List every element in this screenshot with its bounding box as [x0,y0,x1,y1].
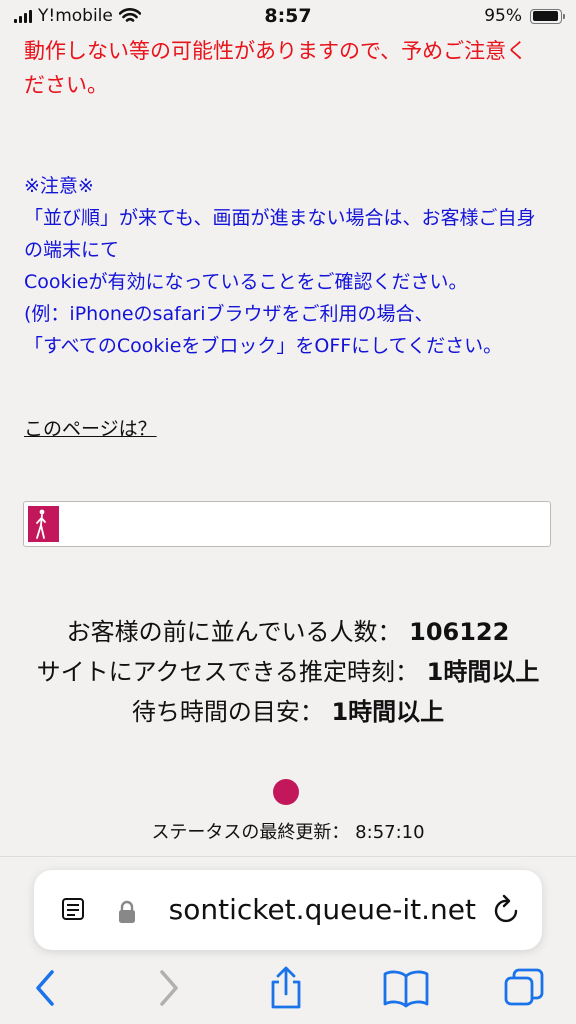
last-updated: ステータスの最終更新： 8:57:10 [0,818,576,844]
notice-line: ※注意※ [24,175,94,197]
estimated-time-label: サイトにアクセスできる推定時刻： [36,658,419,686]
last-updated-label: ステータスの最終更新： [151,822,350,843]
status-spinner-dot [273,779,299,805]
warning-text: 動作しない等の可能性がありますので、予めご注意ください。 [24,39,528,97]
about-page-link[interactable]: このページは？ [24,414,157,441]
battery-icon [530,8,565,24]
estimated-time: サイトにアクセスできる推定時刻： 1時間以上 [0,652,576,692]
last-updated-value: 8:57:10 [355,822,425,843]
queue-progress-bar [23,501,551,547]
status-bar: Y!mobile 8:57 95% [0,0,576,34]
browser-toolbar [0,960,576,1024]
status-right: 95% [484,6,565,26]
tabs-icon[interactable] [502,966,546,1010]
notice-line: 「並び順」が来ても、画面が進まない場合は、お客様ご自身の端末にて [24,207,536,261]
notice-line: Cookieが有効になっていることをご確認ください。 [24,271,468,293]
url-text[interactable]: sonticket.queue-it.net [146,886,476,934]
notice-line: 「すべてのCookieをブロック」をOFFにしてください。 [24,335,503,357]
url-value: sonticket.queue-it.net [168,893,476,926]
address-bar[interactable]: sonticket.queue-it.net [34,870,542,950]
people-ahead-label: お客様の前に並んでいる人数： [66,618,402,646]
reload-icon[interactable] [492,894,522,926]
toolbar-divider [0,856,576,857]
walker-icon [36,509,46,539]
wait-time-label: 待ち時間の目安： [131,698,324,726]
queue-stats: お客様の前に並んでいる人数： 106122 サイトにアクセスできる推定時刻： 1… [0,612,576,732]
share-icon[interactable] [266,966,306,1010]
bookmarks-icon[interactable] [382,966,430,1010]
wait-time: 待ち時間の目安： 1時間以上 [0,692,576,732]
notice-line: (例：iPhoneのsafariブラウザをご利用の場合、 [24,303,434,325]
page-content: 動作しない等の可能性がありますので、予めご注意ください。 ※注意※ 「並び順」が… [24,34,544,440]
battery-percent: 95% [484,6,522,26]
cookie-notice: ※注意※ 「並び順」が来ても、画面が進まない場合は、お客様ご自身の端末にて Co… [24,170,544,362]
reader-icon[interactable] [60,896,88,924]
people-ahead-value: 106122 [409,618,510,646]
back-icon[interactable] [26,966,66,1010]
lock-icon [119,900,135,923]
people-ahead: お客様の前に並んでいる人数： 106122 [0,612,576,652]
wait-time-value: 1時間以上 [331,698,445,726]
forward-icon[interactable] [148,966,188,1010]
estimated-time-value: 1時間以上 [426,658,540,686]
